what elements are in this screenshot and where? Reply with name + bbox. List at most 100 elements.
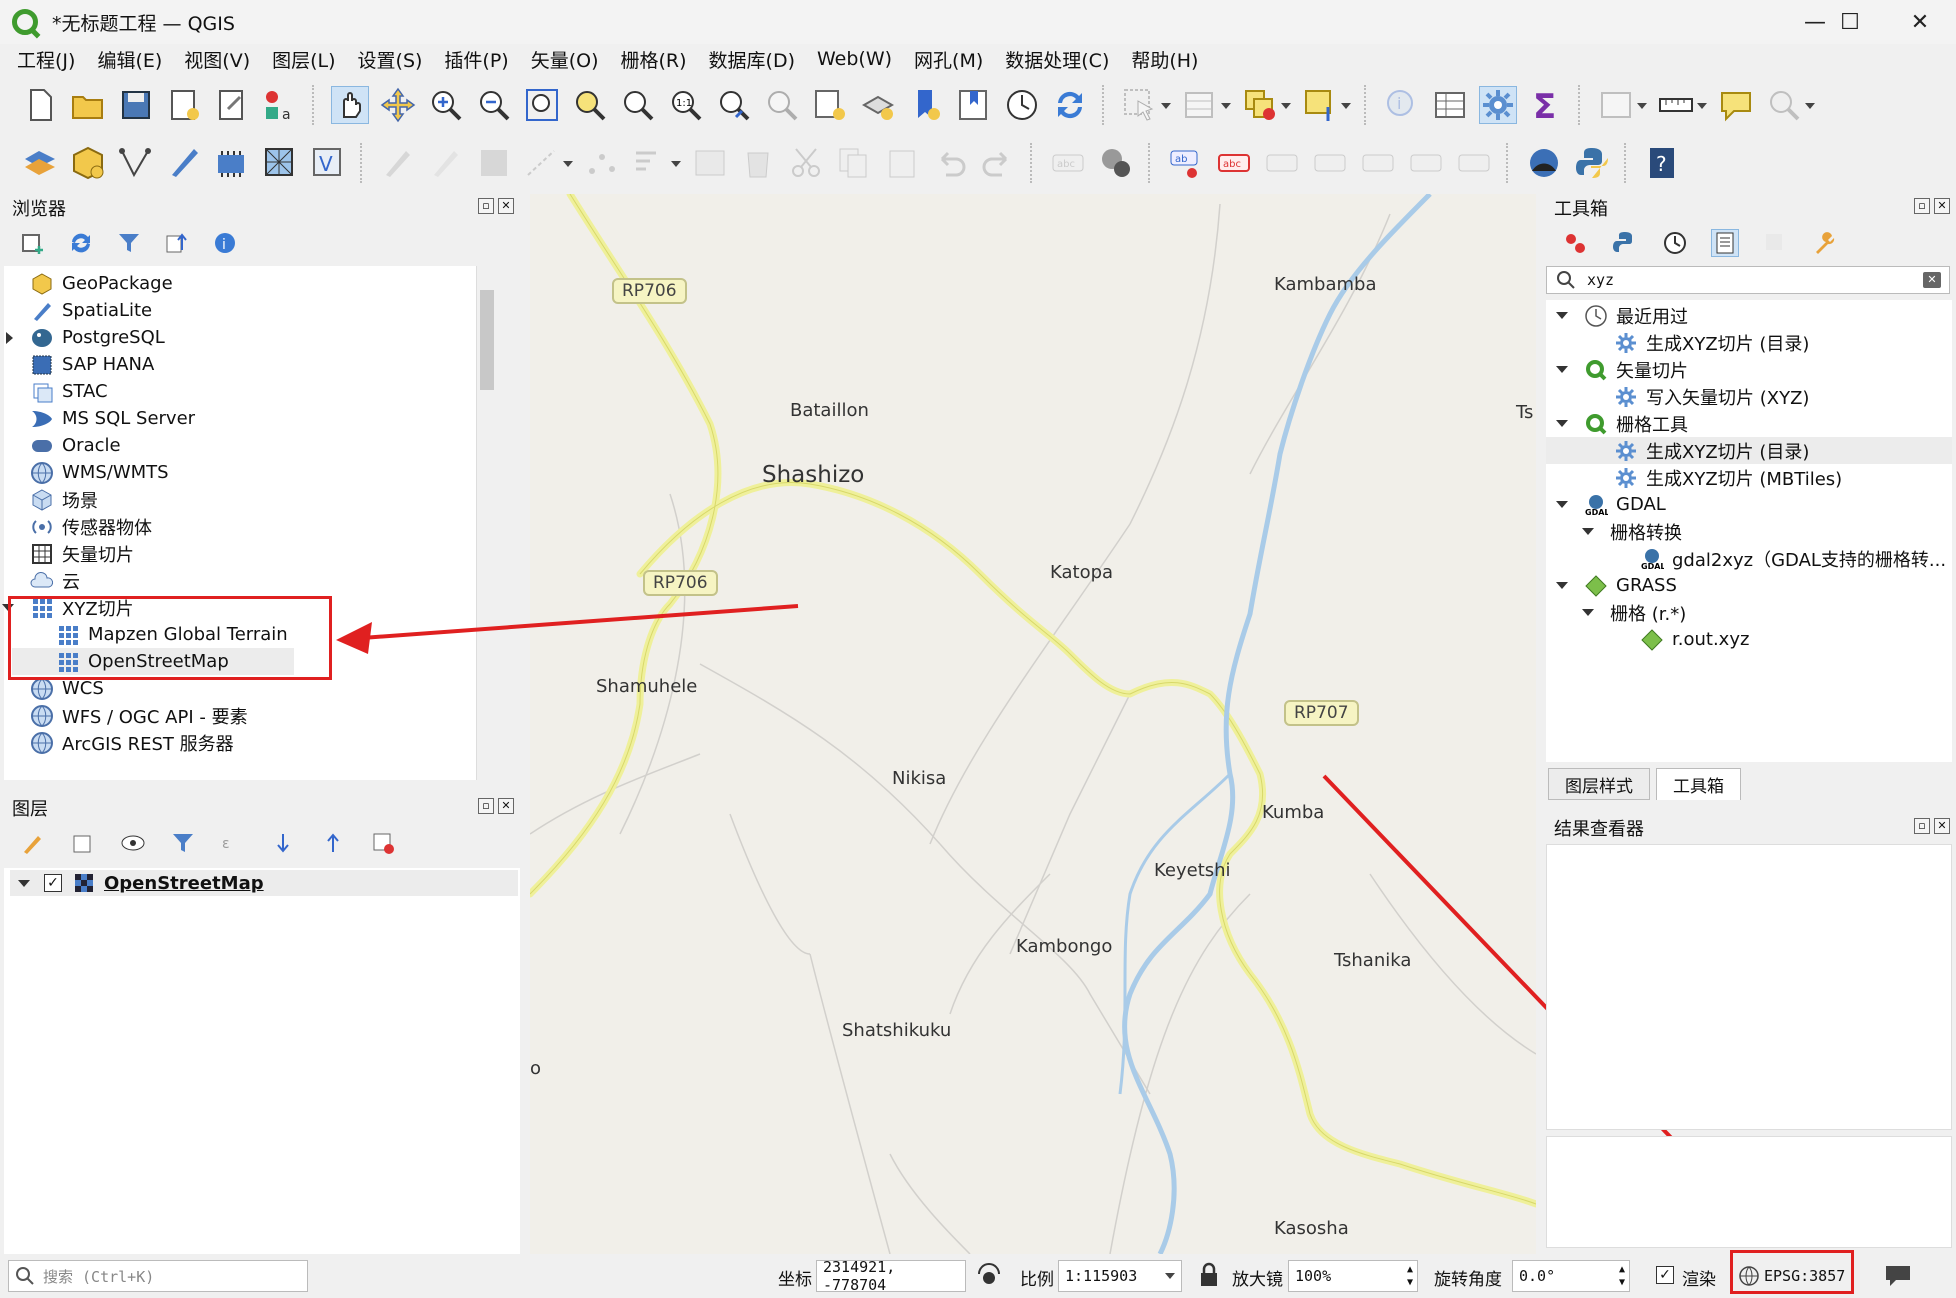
- remove-layer-icon[interactable]: [370, 830, 396, 856]
- filter-expression-icon[interactable]: ε: [220, 830, 246, 856]
- menu-mesh[interactable]: 网孔(M): [903, 46, 994, 73]
- open-field-calculator-icon[interactable]: [1598, 87, 1634, 123]
- label-move-icon[interactable]: [1264, 145, 1300, 181]
- zoom-last-icon[interactable]: [716, 87, 752, 123]
- new-virtual-layer-icon[interactable]: V: [310, 145, 346, 181]
- toolbox-group-grass[interactable]: GRASS: [1556, 572, 1677, 599]
- menu-settings[interactable]: 设置(S): [347, 46, 434, 73]
- browser-item-postgresql[interactable]: PostgreSQL: [6, 324, 165, 351]
- menu-processing[interactable]: 数据处理(C): [994, 46, 1120, 73]
- zoom-native-icon[interactable]: 1:1: [668, 87, 704, 123]
- field-calc-dropdown[interactable]: [1636, 87, 1647, 123]
- vertex-tool-icon[interactable]: [584, 145, 620, 181]
- deselect-dropdown[interactable]: [1280, 87, 1291, 123]
- results-viewer-icon[interactable]: [1711, 229, 1739, 257]
- new-bookmark-icon[interactable]: [908, 87, 944, 123]
- maximize-button[interactable]: ☐: [1815, 0, 1885, 44]
- layout-manager-icon[interactable]: [214, 87, 250, 123]
- browser-item-geopackage[interactable]: GeoPackage: [30, 270, 173, 297]
- virtual-layer-icon[interactable]: [214, 145, 250, 181]
- menu-raster[interactable]: 栅格(R): [610, 46, 698, 73]
- close-button[interactable]: ✕: [1885, 0, 1955, 44]
- label-properties-icon[interactable]: [1456, 145, 1492, 181]
- enable-properties-icon[interactable]: i: [212, 230, 238, 256]
- close-panel-icon[interactable]: ✕: [498, 198, 514, 214]
- modify-dropdown[interactable]: [670, 145, 681, 181]
- toolbox-group-raster-tools[interactable]: 栅格工具: [1556, 410, 1688, 437]
- spin-arrows-icon[interactable]: ▲ ▼: [1407, 1263, 1413, 1289]
- select-dropdown[interactable]: [1160, 87, 1171, 123]
- toggle-extents-icon[interactable]: [976, 1262, 1002, 1288]
- open-project-icon[interactable]: [70, 87, 106, 123]
- toolbox-group-raster-conversion[interactable]: 栅格转换: [1582, 518, 1682, 545]
- save-edits-icon[interactable]: [476, 145, 512, 181]
- add-selected-layers-icon[interactable]: [20, 230, 46, 256]
- results-list[interactable]: [1546, 844, 1952, 1130]
- zoom-to-layer-icon[interactable]: [620, 87, 656, 123]
- close-panel-icon[interactable]: ✕: [1934, 198, 1950, 214]
- browser-item-arcgis[interactable]: ArcGIS REST 服务器: [30, 729, 234, 756]
- attribute-table-icon[interactable]: [1432, 87, 1468, 123]
- toolbox-item-gdal2xyz[interactable]: GDAL gdal2xyz（GDAL支持的栅格转...: [1640, 545, 1946, 572]
- browser-item-oracle[interactable]: Oracle: [30, 432, 121, 459]
- toolbox-item-xyz-dir-recent[interactable]: 生成XYZ切片 (目录): [1614, 329, 1809, 356]
- new-map-view-icon[interactable]: [812, 87, 848, 123]
- collapse-all-layers-icon[interactable]: [320, 830, 346, 856]
- tab-layer-styling[interactable]: 图层样式: [1548, 768, 1650, 800]
- browser-scrollbar[interactable]: [476, 266, 496, 780]
- toolbox-group-recent[interactable]: 最近用过: [1556, 302, 1688, 329]
- spin-arrows-icon[interactable]: ▲ ▼: [1619, 1263, 1625, 1289]
- table-edit-icon[interactable]: [692, 145, 728, 181]
- browser-item-scene[interactable]: 场景: [30, 486, 98, 513]
- layer-styling-icon[interactable]: [20, 830, 46, 856]
- new-mesh-layer-icon[interactable]: [262, 145, 298, 181]
- new-temp-layer-icon[interactable]: [166, 145, 202, 181]
- float-panel-icon[interactable]: ▫: [1914, 198, 1930, 214]
- zoom-full-icon[interactable]: [524, 87, 560, 123]
- toolbox-item-xyz-dir[interactable]: 生成XYZ切片 (目录): [1546, 437, 1952, 464]
- toolbox-search-input[interactable]: xyz: [1587, 271, 1614, 289]
- magnifier-spinbox[interactable]: 100% ▲ ▼: [1288, 1260, 1418, 1292]
- style-manager-icon[interactable]: a: [262, 87, 298, 123]
- float-panel-icon[interactable]: ▫: [478, 198, 494, 214]
- toolbox-search-field[interactable]: xyz ✕: [1546, 266, 1950, 294]
- label-change-icon[interactable]: [1408, 145, 1444, 181]
- toolbox-item-r-out-xyz[interactable]: r.out.xyz: [1640, 626, 1749, 653]
- refresh-browser-icon[interactable]: [68, 230, 94, 256]
- tab-toolbox[interactable]: 工具箱: [1656, 768, 1741, 800]
- data-source-manager-icon[interactable]: [22, 145, 58, 181]
- browser-item-wms[interactable]: WMS/WMTS: [30, 459, 169, 486]
- coordinate-field[interactable]: 2314921, -778704: [816, 1258, 966, 1294]
- locator-search-field[interactable]: 搜索 (Ctrl+K): [8, 1260, 308, 1292]
- quickmapservices-icon[interactable]: [1526, 145, 1562, 181]
- filter-legend-icon[interactable]: [170, 830, 196, 856]
- new-geopackage-icon[interactable]: [70, 145, 106, 181]
- browser-item-cloud[interactable]: 云: [30, 567, 80, 594]
- layer-visibility-checkbox[interactable]: ✓: [44, 874, 62, 892]
- menu-plugins[interactable]: 插件(P): [433, 46, 519, 73]
- identify-features-icon[interactable]: i: [1384, 87, 1420, 123]
- delete-selected-icon[interactable]: [740, 145, 776, 181]
- locator-dropdown[interactable]: [1804, 87, 1815, 123]
- edit-features-in-place-icon[interactable]: [1762, 230, 1788, 256]
- pan-to-selection-icon[interactable]: [380, 87, 416, 123]
- toolbox-group-gdal[interactable]: GDAL GDAL: [1556, 491, 1666, 518]
- lock-scale-icon[interactable]: [1198, 1262, 1220, 1288]
- select-features-icon[interactable]: [1122, 87, 1158, 123]
- statistics-sigma-icon[interactable]: Σ: [1528, 87, 1564, 127]
- close-panel-icon[interactable]: ✕: [498, 798, 514, 814]
- browser-item-wfs[interactable]: WFS / OGC API - 要素: [30, 702, 248, 729]
- map-tips-icon[interactable]: [1718, 87, 1754, 123]
- undo-icon[interactable]: [932, 145, 968, 181]
- toolbox-group-grass-raster[interactable]: 栅格 (r.*): [1581, 599, 1686, 626]
- new-3d-map-icon[interactable]: [860, 87, 896, 123]
- menu-project[interactable]: 工程(J): [6, 46, 86, 73]
- label-rotate-icon[interactable]: [1360, 145, 1396, 181]
- python-console-icon[interactable]: [1574, 145, 1610, 181]
- add-group-icon[interactable]: [70, 830, 96, 856]
- clear-search-icon[interactable]: ✕: [1923, 272, 1941, 288]
- label-highlight-icon[interactable]: abc: [1216, 145, 1252, 181]
- browser-item-spatialite[interactable]: SpatiaLite: [30, 297, 152, 324]
- menu-help[interactable]: 帮助(H): [1120, 46, 1209, 73]
- label-toolbar-icon[interactable]: abc: [1050, 145, 1086, 181]
